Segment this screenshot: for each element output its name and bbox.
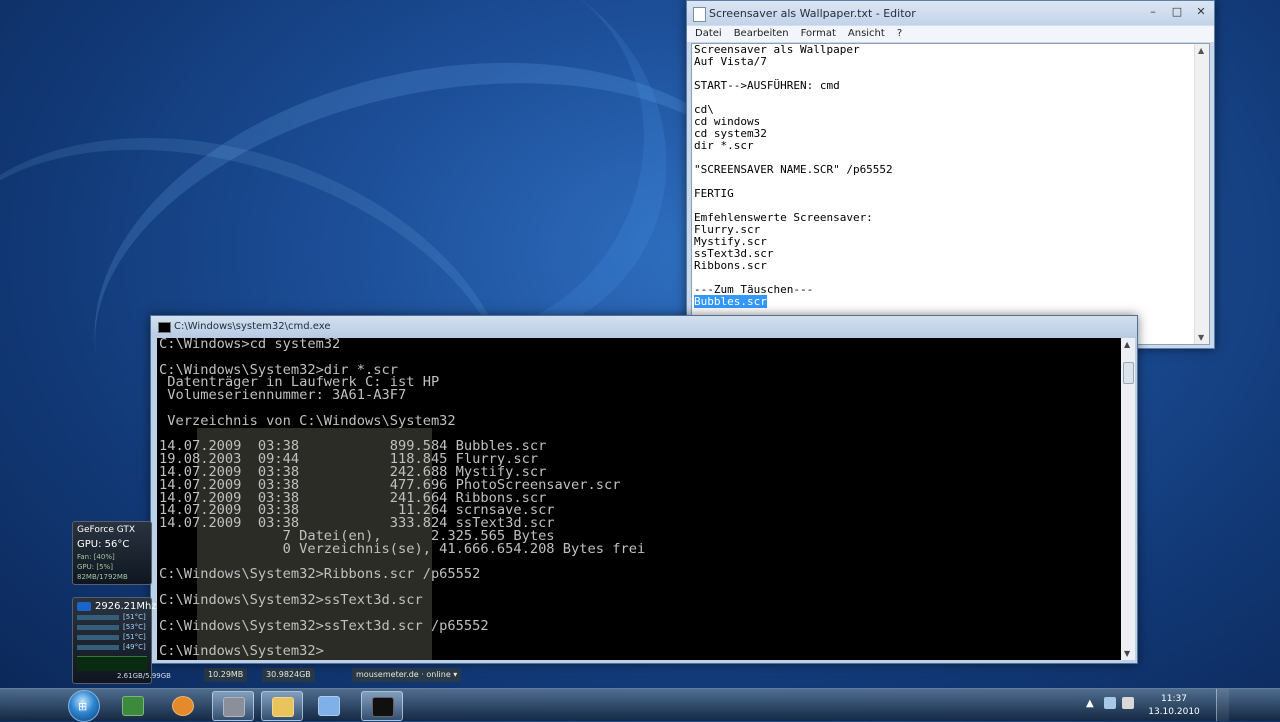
core-temp: [51°C] <box>123 613 146 621</box>
scroll-down-icon[interactable]: ▼ <box>1124 649 1130 658</box>
scroll-thumb[interactable] <box>1123 362 1134 384</box>
gpu-temp: GPU: 56°C <box>77 539 130 550</box>
cpu-gadget[interactable]: 2926.21Mhz [51°C] [53°C] [51°C] [49°C] 2… <box>72 597 171 684</box>
console-line: Volumeseriennummer: 3A61-A3F7 <box>159 387 407 404</box>
editor-line: Ribbons.scr <box>694 259 767 272</box>
cpu-graph <box>77 656 147 671</box>
menu-format[interactable]: Format <box>795 26 842 42</box>
stat-site: mousemeter.de · online ▾ <box>352 668 462 682</box>
console-line: C:\Windows\System32>ssText3d.scr /p65552 <box>159 617 489 634</box>
taskbar-explorer-button[interactable] <box>261 691 303 721</box>
menu-datei[interactable]: Datei <box>689 26 728 42</box>
editor-line: Auf Vista/7 <box>694 55 767 68</box>
scroll-up-icon[interactable]: ▲ <box>1198 46 1204 55</box>
tray-expand-icon[interactable]: ▲ <box>1086 698 1094 709</box>
taskbar-cmd-button[interactable] <box>361 691 403 721</box>
folder-icon <box>272 697 294 717</box>
console-line: C:\Windows\System32> <box>159 643 324 660</box>
stat-disk: 30.9824GB <box>262 668 315 682</box>
clock-time: 11:37 <box>1161 694 1187 704</box>
show-desktop-button[interactable] <box>1216 689 1229 721</box>
console-line: C:\Windows>cd system32 <box>159 338 341 352</box>
intel-logo-icon <box>77 602 91 611</box>
gpu-fan: Fan: [40%] <box>77 553 115 561</box>
window-title: Screensaver als Wallpaper.txt - Editor <box>709 7 916 20</box>
editor-line: "SCREENSAVER NAME.SCR" /p65552 <box>694 163 893 176</box>
cmd-window[interactable]: C:\Windows\system32\cmd.exe C:\Windows>c… <box>150 315 1138 664</box>
stat-download: 10.29MB <box>204 668 248 682</box>
core-temp: [51°C] <box>123 633 146 641</box>
gpu-name: GeForce GTX <box>77 525 136 535</box>
gpu-gadget[interactable]: GeForce GTX GPU: 56°C Fan: [40%] GPU: [5… <box>72 521 152 585</box>
maximize-button[interactable]: □ <box>1170 4 1184 20</box>
selected-text-line[interactable]: Bubbles.scr <box>694 295 893 308</box>
clock-date: 13.10.2010 <box>1148 707 1200 717</box>
cmd-icon <box>158 322 171 333</box>
taskbar-firefox-button[interactable] <box>162 691 202 719</box>
console-output[interactable]: C:\Windows>cd system32 C:\Windows\System3… <box>157 338 1121 660</box>
console-line: C:\Windows\System32>ssText3d.scr <box>159 591 423 608</box>
start-button[interactable]: ⊞ <box>68 690 100 722</box>
core-bar <box>77 625 119 630</box>
notepad-window[interactable]: Screensaver als Wallpaper.txt - Editor –… <box>686 0 1215 349</box>
gpu-memory: 82MB/1792MB <box>77 573 128 581</box>
notepad-icon <box>693 7 706 22</box>
window-title: C:\Windows\system32\cmd.exe <box>174 321 331 332</box>
network-icon[interactable] <box>1104 697 1116 709</box>
editor-line: dir *.scr <box>694 139 754 152</box>
core-bar <box>77 635 119 640</box>
windows-logo-icon: ⊞ <box>78 700 88 713</box>
slide-tool-icon <box>318 696 340 716</box>
core-temp: [53°C] <box>123 623 146 631</box>
console-line: C:\Windows\System32>Ribbons.scr /p65552 <box>159 566 481 583</box>
cpu-clock: 2926.21Mhz <box>95 601 157 612</box>
scroll-up-icon[interactable]: ▲ <box>1124 340 1130 349</box>
computer-icon <box>122 696 144 716</box>
cmd-title-bar[interactable]: C:\Windows\system32\cmd.exe <box>151 316 1137 338</box>
taskbar: ⊞ ▲ 11:37 13.10.2010 <box>0 688 1280 722</box>
core-bar <box>77 645 119 650</box>
clock[interactable]: 11:37 13.10.2010 <box>1144 693 1204 719</box>
hardware-tool-icon <box>223 697 245 717</box>
taskbar-computer-button[interactable] <box>112 691 152 719</box>
console-text: C:\Windows>cd system32 C:\Windows\System3… <box>159 338 645 658</box>
editor-line: FERTIG <box>694 187 734 200</box>
scroll-down-icon[interactable]: ▼ <box>1198 333 1204 342</box>
text-selection: Bubbles.scr <box>694 295 767 308</box>
minimize-button[interactable]: – <box>1146 4 1160 20</box>
close-button[interactable]: ✕ <box>1194 4 1208 20</box>
notepad-title-bar[interactable]: Screensaver als Wallpaper.txt - Editor –… <box>687 1 1214 25</box>
system-tray <box>1104 697 1134 709</box>
core-temp: [49°C] <box>123 643 146 651</box>
volume-icon[interactable] <box>1122 697 1134 709</box>
memory-usage: 2.61GB/5.99GB <box>117 672 171 680</box>
text-editor-area[interactable]: Screensaver als Wallpaper Auf Vista/7 STAR… <box>691 43 1210 345</box>
taskbar-slide-tool-button[interactable] <box>308 691 348 719</box>
firefox-icon <box>172 696 194 716</box>
console-line: 0 Verzeichnis(se), 41.666.654.208 Bytes … <box>159 540 646 557</box>
menu-ansicht[interactable]: Ansicht <box>842 26 891 42</box>
console-line: Verzeichnis von C:\Windows\System32 <box>159 412 456 429</box>
vertical-scrollbar[interactable]: ▲ ▼ <box>1121 338 1135 660</box>
menu-help[interactable]: ? <box>891 26 908 42</box>
editor-line: START-->AUSFÜHREN: cmd <box>694 79 840 92</box>
taskbar-hardware-tool-button[interactable] <box>212 691 254 721</box>
vertical-scrollbar[interactable]: ▲ ▼ <box>1194 44 1209 344</box>
editor-text: Screensaver als Wallpaper Auf Vista/7 STAR… <box>694 44 893 308</box>
menu-bearbeiten[interactable]: Bearbeiten <box>728 26 795 42</box>
menu-bar: Datei Bearbeiten Format Ansicht ? <box>687 25 1214 42</box>
core-bar <box>77 615 119 620</box>
gpu-load: GPU: [5%] <box>77 563 113 571</box>
cmd-icon <box>372 697 394 717</box>
